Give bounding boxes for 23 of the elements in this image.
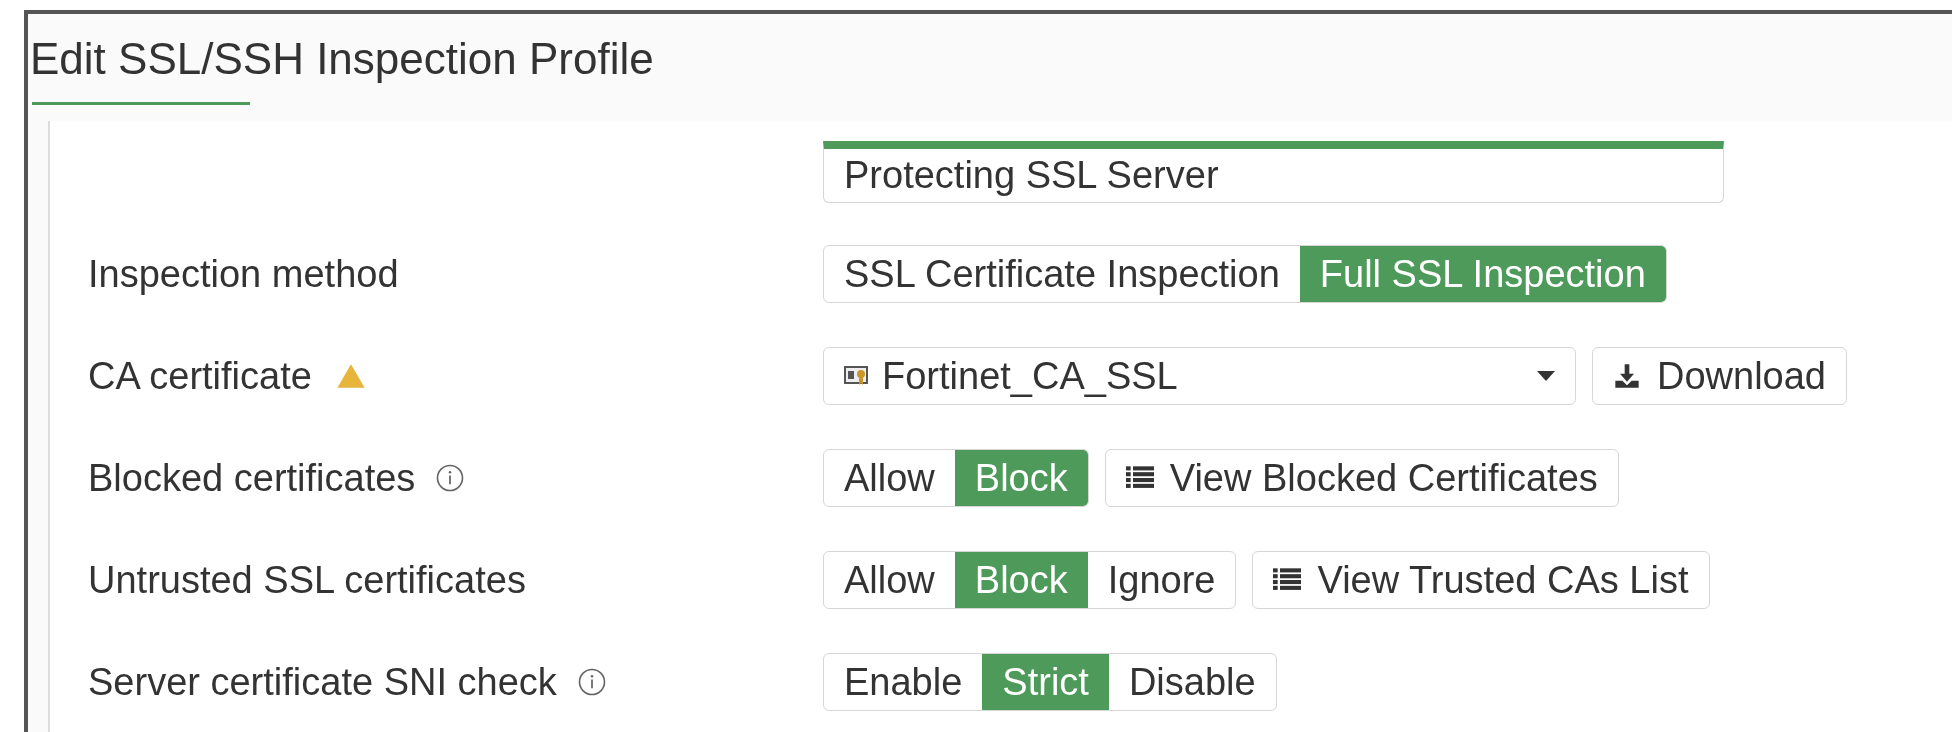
view-list-button[interactable]: View Blocked Certificates	[1104, 449, 1619, 507]
download-icon	[1613, 362, 1641, 390]
field-label: Inspection method	[88, 251, 399, 297]
list-icon	[1125, 466, 1154, 490]
profile-name-field[interactable]: Protecting SSL Server	[823, 141, 1724, 203]
option-toggle[interactable]: SSL Certificate Inspection	[824, 246, 1300, 302]
page-title: Edit SSL/SSH Inspection Profile	[29, 33, 654, 85]
option-toggle[interactable]: Disable	[1108, 654, 1276, 710]
download-button[interactable]: Download	[1592, 347, 1847, 405]
dropdown-value: Fortinet_CA_SSL	[882, 353, 1179, 399]
option-toggle[interactable]: Allow	[824, 450, 955, 506]
certificate-icon	[844, 364, 870, 388]
field-label: Blocked certificates	[88, 455, 416, 501]
list-icon	[1273, 568, 1302, 592]
field-label: Server certificate SNI check	[88, 659, 557, 705]
caret-icon	[1537, 371, 1555, 381]
field-label: Untrusted SSL certificates	[88, 557, 526, 603]
certificate-dropdown[interactable]: Fortinet_CA_SSL	[823, 347, 1576, 405]
option-toggle[interactable]: Enable	[824, 654, 983, 710]
view-list-button[interactable]: View Trusted CAs List	[1252, 551, 1710, 609]
option-toggle[interactable]: Ignore	[1087, 552, 1236, 608]
option-toggle[interactable]: Allow	[824, 552, 955, 608]
field-label: CA certificate	[88, 353, 312, 399]
